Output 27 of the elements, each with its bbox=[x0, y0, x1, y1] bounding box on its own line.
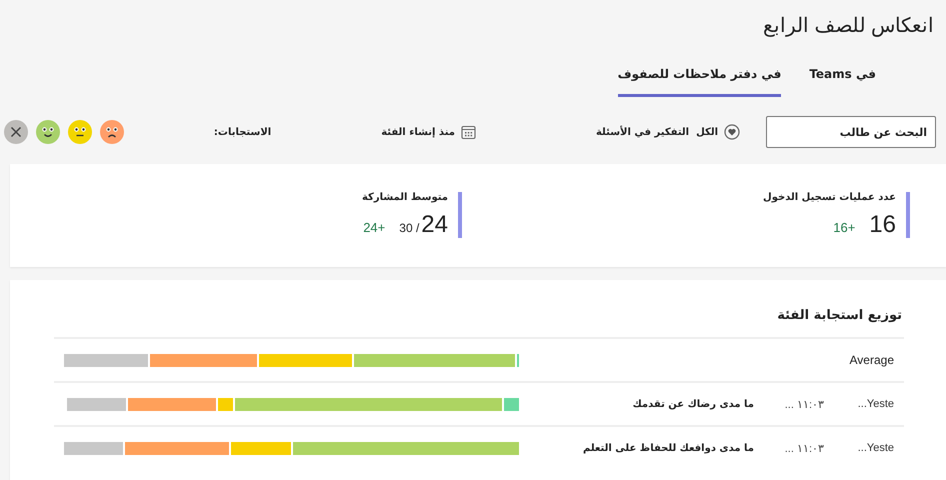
time-cell-text: ١١:٠٣ ... bbox=[784, 398, 824, 410]
stat-label: متوسط المشاركة bbox=[360, 192, 448, 203]
question-text[interactable]: ما مدى رضاك عن تقدمك bbox=[632, 398, 754, 410]
responses-label: الاستجابات: bbox=[214, 126, 272, 138]
tab[interactable]: في دفتر ملاحظات للصفوف bbox=[618, 63, 782, 97]
row-label: Average bbox=[850, 353, 894, 367]
stat-value: 24 bbox=[421, 211, 448, 239]
time-cell-text: ١١:٠٣ ... bbox=[784, 442, 824, 454]
calendar-icon[interactable] bbox=[460, 124, 476, 140]
stat-value: 16 bbox=[869, 211, 896, 239]
tab[interactable]: في Teams bbox=[809, 63, 876, 97]
happy-face-icon[interactable] bbox=[36, 120, 60, 144]
section-title: توزيع استجابة الفئة bbox=[776, 308, 902, 323]
stat-change: +16 bbox=[833, 220, 856, 235]
question-text[interactable]: ما مدى دوافعك للحفاظ على التعلم bbox=[582, 442, 754, 454]
filter-label[interactable]: الكل التفكير في الأسئلة bbox=[596, 126, 718, 138]
sad-face-icon[interactable] bbox=[100, 120, 124, 144]
close-icon[interactable] bbox=[4, 120, 28, 144]
stat-change: +24 bbox=[363, 220, 386, 235]
stat-total: / 30 bbox=[399, 221, 420, 235]
neutral-face-icon[interactable] bbox=[68, 120, 92, 144]
date-cell-text: Yeste... bbox=[856, 398, 894, 410]
stat-label: عدد عمليات تسجيل الدخول bbox=[762, 192, 896, 203]
search-field[interactable]: البحث عن طالب bbox=[766, 116, 936, 148]
filter-label[interactable]: منذ إنشاء الفئة bbox=[381, 126, 455, 138]
date-cell-text: Yeste... bbox=[856, 442, 894, 454]
page-title: انعكاس للصف الرابع bbox=[762, 14, 935, 39]
